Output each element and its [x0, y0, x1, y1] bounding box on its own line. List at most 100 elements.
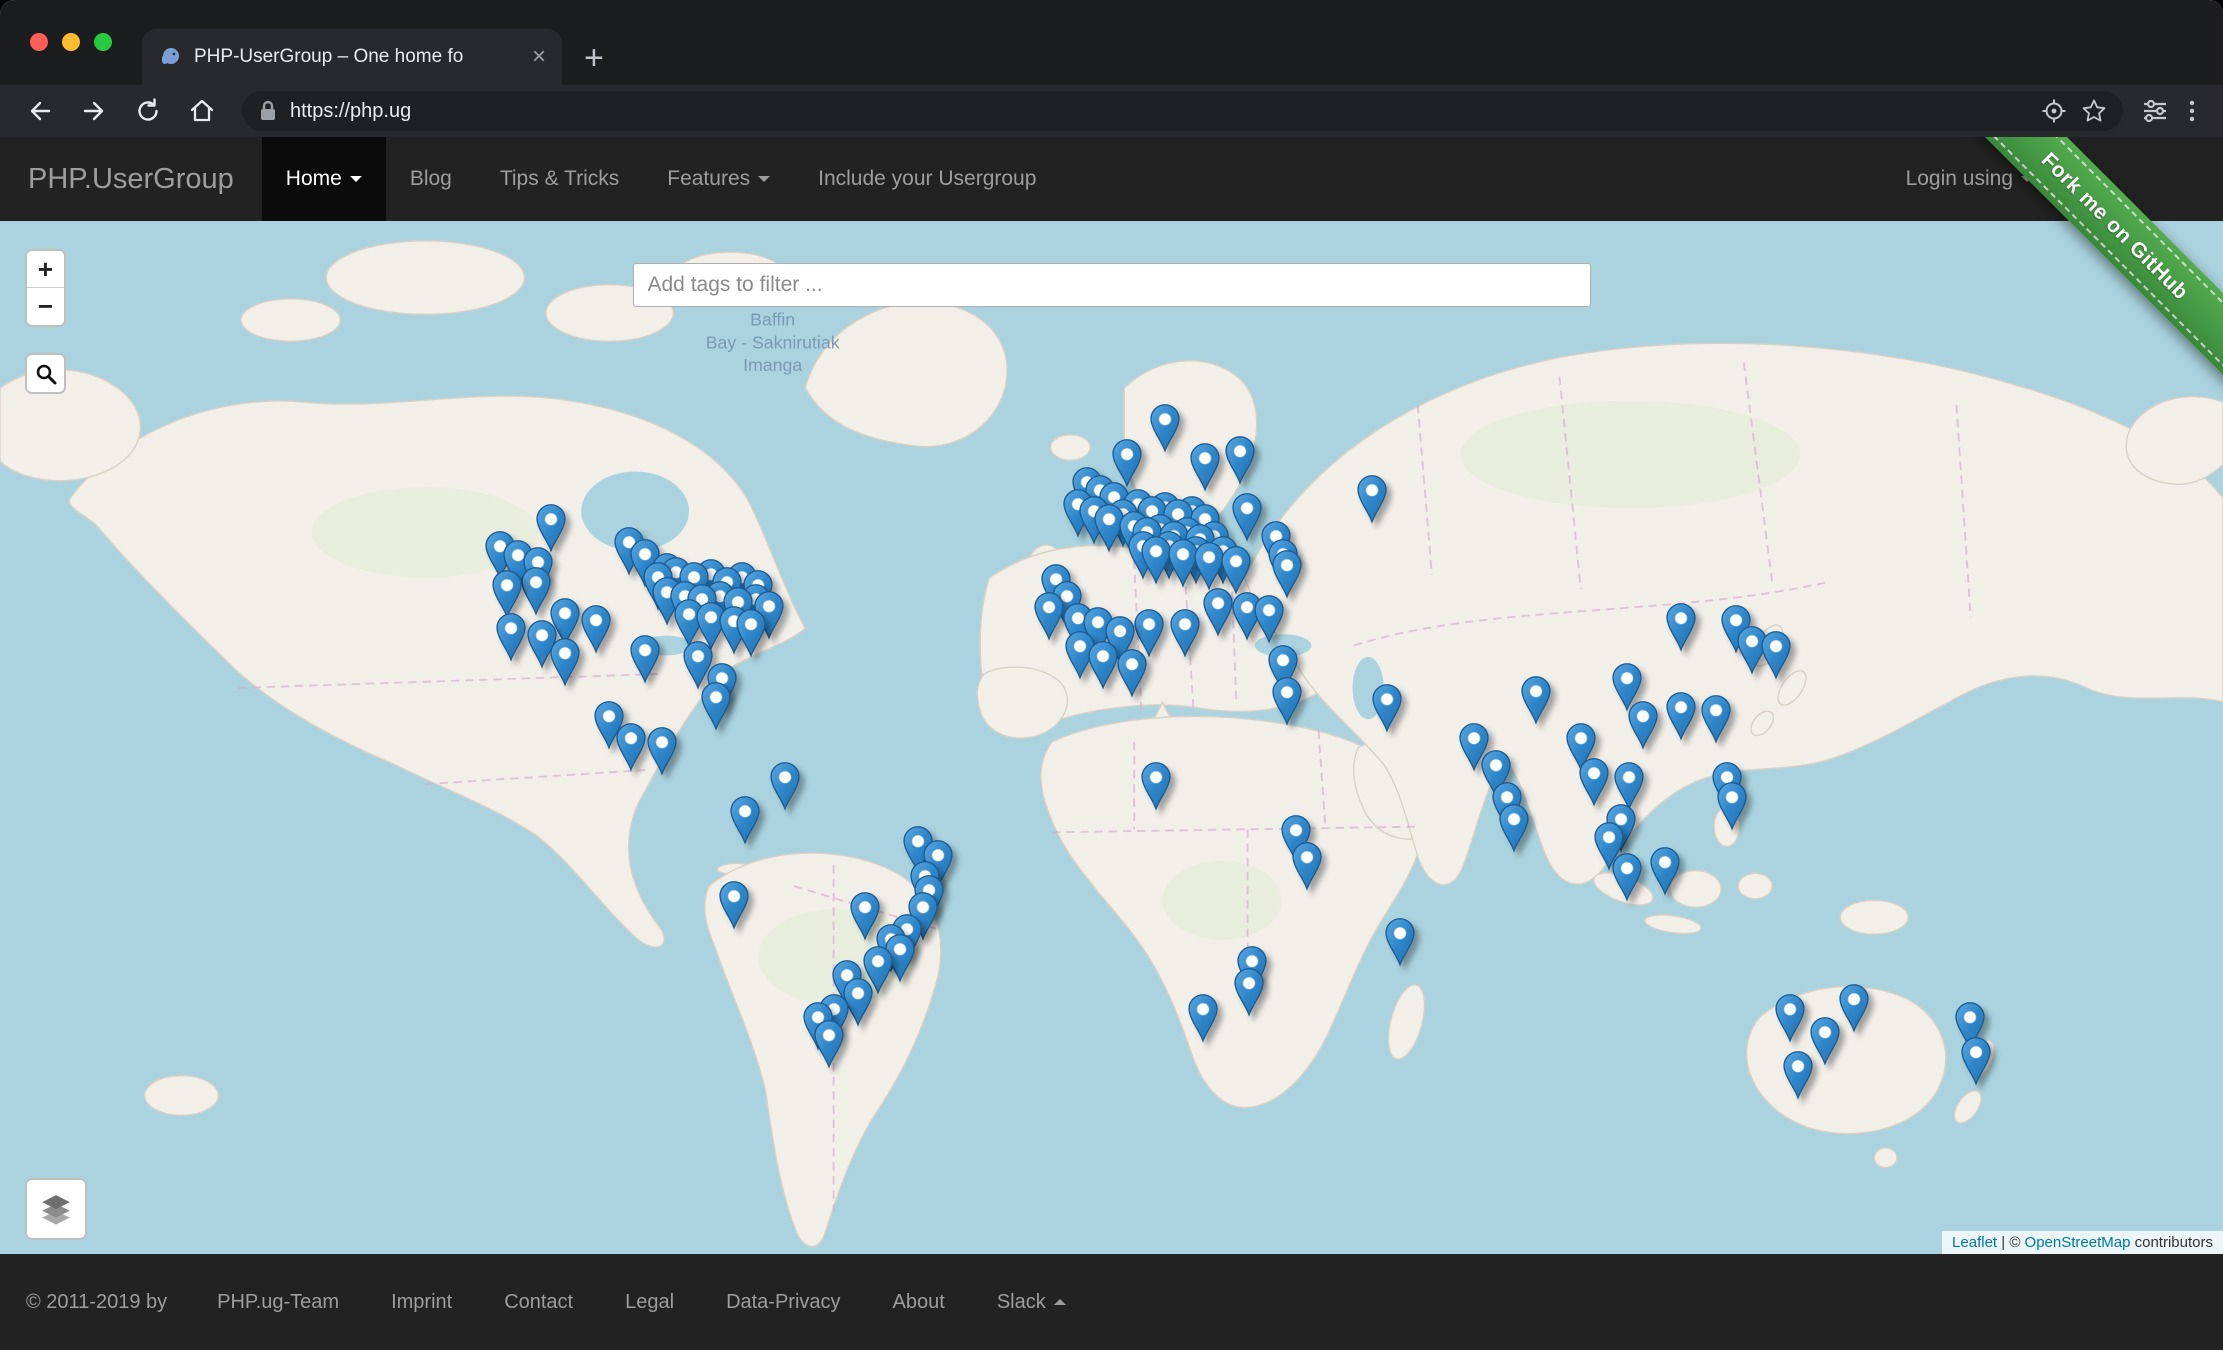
- map-marker-pin-icon[interactable]: [736, 609, 766, 658]
- zoom-control: + −: [25, 249, 66, 327]
- map-marker-pin-icon[interactable]: [1225, 436, 1255, 485]
- brand-link[interactable]: PHP.UserGroup: [0, 137, 262, 221]
- map-marker-pin-icon[interactable]: [1521, 676, 1551, 725]
- map-marker-pin-icon[interactable]: [1117, 649, 1147, 698]
- map-marker-pin-icon[interactable]: [550, 638, 580, 687]
- tune-icon[interactable]: [2141, 97, 2169, 125]
- footer-link-about[interactable]: About: [867, 1291, 971, 1314]
- lock-icon[interactable]: [258, 99, 278, 123]
- map-marker-pin-icon[interactable]: [1168, 538, 1198, 587]
- new-tab-button[interactable]: +: [584, 41, 604, 75]
- map-marker-pin-icon[interactable]: [1717, 782, 1747, 831]
- menu-dots-icon[interactable]: [2179, 98, 2205, 124]
- map-marker-pin-icon[interactable]: [1612, 852, 1642, 901]
- url-text: https://php.ug: [290, 100, 2029, 123]
- map-marker-pin-icon[interactable]: [496, 613, 526, 662]
- tab-close-icon[interactable]: ×: [532, 45, 546, 69]
- map-marker-pin-icon[interactable]: [1292, 842, 1322, 891]
- nav-item-features[interactable]: Features: [643, 137, 794, 221]
- map-marker-pin-icon[interactable]: [1385, 918, 1415, 967]
- webpage: PHP.UserGroup Home Blog Tips & Tricks Fe…: [0, 137, 2223, 1350]
- map-marker-pin-icon[interactable]: [1234, 968, 1264, 1017]
- map-marker-pin-icon[interactable]: [647, 726, 677, 775]
- map-marker-pin-icon[interactable]: [1839, 984, 1869, 1033]
- map-marker-pin-icon[interactable]: [581, 605, 611, 654]
- map-marker-pin-icon[interactable]: [719, 880, 749, 929]
- map-marker-pin-icon[interactable]: [1170, 609, 1200, 658]
- browser-tab[interactable]: PHP-UserGroup – One home fo ×: [142, 29, 562, 85]
- map-marker-pin-icon[interactable]: [1203, 588, 1233, 637]
- footer-link-data-privacy[interactable]: Data-Privacy: [700, 1291, 866, 1314]
- footer-link-contact[interactable]: Contact: [478, 1291, 599, 1314]
- search-button[interactable]: [27, 355, 64, 392]
- attribution-separator: | ©: [1997, 1234, 2024, 1251]
- map-marker-pin-icon[interactable]: [1961, 1036, 1991, 1085]
- fullscreen-window-button[interactable]: [94, 33, 112, 51]
- map-marker-pin-icon[interactable]: [1194, 542, 1224, 591]
- map-marker-pin-icon[interactable]: [1272, 550, 1302, 599]
- minimize-window-button[interactable]: [62, 33, 80, 51]
- map-marker-pin-icon[interactable]: [1141, 535, 1171, 584]
- back-button[interactable]: [18, 89, 62, 133]
- nav-item-blog[interactable]: Blog: [386, 137, 476, 221]
- map-marker-pin-icon[interactable]: [1372, 684, 1402, 733]
- map-marker-pin-icon[interactable]: [1650, 847, 1680, 896]
- footer-link-imprint[interactable]: Imprint: [365, 1291, 478, 1314]
- map-viewport[interactable]: Baffin Bay - Saknirutiak Imanga + −: [0, 221, 2223, 1254]
- map-marker-pin-icon[interactable]: [1357, 474, 1387, 523]
- zoom-out-button[interactable]: −: [27, 288, 64, 325]
- map-marker-pin-icon[interactable]: [1254, 595, 1284, 644]
- osm-link[interactable]: OpenStreetMap: [2025, 1234, 2131, 1251]
- bookmark-star-icon[interactable]: [2081, 98, 2107, 124]
- address-bar[interactable]: https://php.ug: [242, 91, 2123, 131]
- map-marker-pin-icon[interactable]: [521, 566, 551, 615]
- nav-item-include-usergroup[interactable]: Include your Usergroup: [794, 137, 1060, 221]
- tab-strip: PHP-UserGroup – One home fo × +: [0, 0, 2223, 85]
- map-marker-pin-icon[interactable]: [1701, 694, 1731, 743]
- map-marker-pin-icon[interactable]: [730, 796, 760, 845]
- map-marker-pin-icon[interactable]: [770, 762, 800, 811]
- map-marker-pin-icon[interactable]: [536, 503, 566, 552]
- map-marker-pin-icon[interactable]: [630, 634, 660, 683]
- zoom-in-button[interactable]: +: [27, 251, 64, 288]
- nav-item-tips-tricks[interactable]: Tips & Tricks: [476, 137, 643, 221]
- footer: © 2011-2019 by PHP.ug-Team Imprint Conta…: [0, 1254, 2223, 1350]
- map-marker-pin-icon[interactable]: [1579, 757, 1609, 806]
- map-marker-pin-icon[interactable]: [1499, 804, 1529, 853]
- navbar: PHP.UserGroup Home Blog Tips & Tricks Fe…: [0, 137, 2223, 221]
- footer-link-team[interactable]: PHP.ug-Team: [191, 1291, 365, 1314]
- layers-icon: [37, 1190, 75, 1228]
- layers-control[interactable]: [25, 1178, 87, 1240]
- map-marker-pin-icon[interactable]: [1666, 602, 1696, 651]
- tag-filter-input[interactable]: [633, 263, 1591, 307]
- map-marker-pin-icon[interactable]: [1188, 994, 1218, 1043]
- footer-link-slack[interactable]: Slack: [971, 1291, 1092, 1314]
- map-marker-pin-icon[interactable]: [1141, 762, 1171, 811]
- map-marker-pin-icon[interactable]: [1810, 1017, 1840, 1066]
- map-marker-pin-icon[interactable]: [1761, 630, 1791, 679]
- leaflet-link[interactable]: Leaflet: [1952, 1234, 1997, 1251]
- forward-button[interactable]: [72, 89, 116, 133]
- map-marker-pin-icon[interactable]: [1628, 701, 1658, 750]
- home-button[interactable]: [180, 89, 224, 133]
- map-marker-pin-icon[interactable]: [1783, 1051, 1813, 1100]
- footer-link-legal[interactable]: Legal: [599, 1291, 700, 1314]
- reload-button[interactable]: [126, 89, 170, 133]
- map-marker-pin-icon[interactable]: [1775, 994, 1805, 1043]
- copyright-text: © 2011-2019 by: [26, 1291, 191, 1314]
- map-marker-pin-icon[interactable]: [1190, 442, 1220, 491]
- map-marker-pin-icon[interactable]: [814, 1020, 844, 1069]
- map-marker-pin-icon[interactable]: [850, 892, 880, 941]
- map-marker-pin-icon[interactable]: [1150, 404, 1180, 453]
- map-marker-pin-icon[interactable]: [701, 682, 731, 731]
- map-marker-pin-icon[interactable]: [1666, 691, 1696, 740]
- target-icon[interactable]: [2041, 98, 2067, 124]
- map-marker-pin-icon[interactable]: [492, 569, 522, 618]
- close-window-button[interactable]: [30, 33, 48, 51]
- map-marker-pin-icon[interactable]: [616, 722, 646, 771]
- map-marker-pin-icon[interactable]: [1088, 641, 1118, 690]
- map-marker-pin-icon[interactable]: [1034, 592, 1064, 641]
- nav-item-home[interactable]: Home: [262, 137, 386, 221]
- map-marker-pin-icon[interactable]: [1272, 677, 1302, 726]
- omnibox-icons: [2041, 98, 2107, 124]
